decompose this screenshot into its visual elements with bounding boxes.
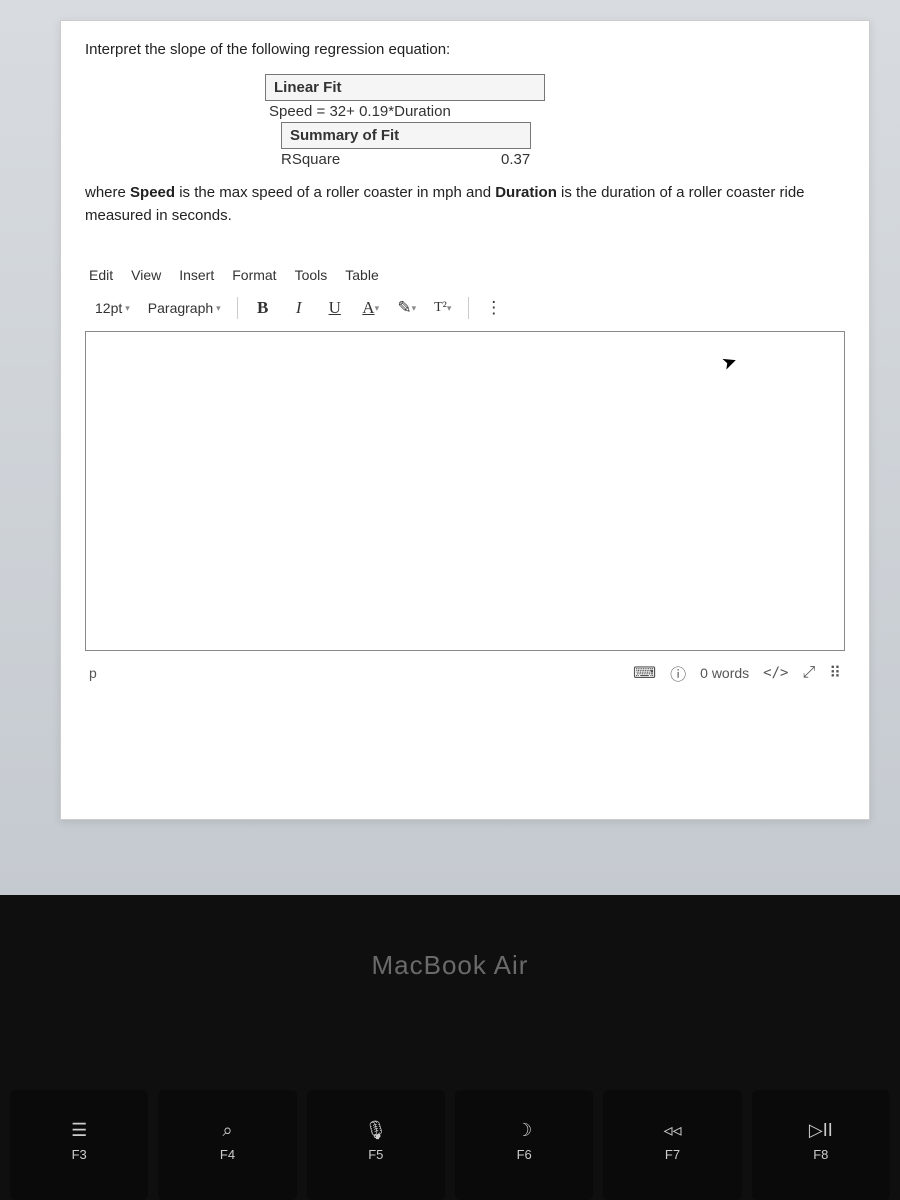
keyboard-function-row: ☰ F3 ⌕ F4 🎙 F5 ☽ F6 ◃◃ F7 ▷II F8 xyxy=(0,1090,900,1200)
question-prompt: Interpret the slope of the following reg… xyxy=(85,41,845,58)
chevron-down-icon: ▾ xyxy=(125,303,130,314)
editor-menubar: Edit View Insert Format Tools Table xyxy=(85,267,845,283)
font-size-select[interactable]: 12pt ▾ xyxy=(89,296,136,320)
equation-text: Speed = 32+ 0.19*Duration xyxy=(265,101,845,122)
text-color-button[interactable]: A ▾ xyxy=(356,293,386,323)
toolbar-divider xyxy=(468,297,469,319)
key-f6[interactable]: ☽ F6 xyxy=(455,1090,593,1200)
moon-icon: ☽ xyxy=(516,1120,532,1141)
play-pause-icon: ▷II xyxy=(809,1120,833,1141)
key-f5[interactable]: 🎙 F5 xyxy=(307,1090,445,1200)
editor-statusbar: p ⌨ ⓘ 0 words </> ⤢ ⠿ xyxy=(85,651,845,685)
word-count: 0 words xyxy=(700,665,749,681)
underline-button[interactable]: U xyxy=(320,293,350,323)
question-card: Interpret the slope of the following reg… xyxy=(60,20,870,820)
accessibility-icon[interactable]: ⓘ xyxy=(670,661,686,685)
menu-edit[interactable]: Edit xyxy=(89,267,113,283)
superscript-button[interactable]: T² ▾ xyxy=(428,293,458,323)
menu-table[interactable]: Table xyxy=(345,267,378,283)
italic-button[interactable]: I xyxy=(284,293,314,323)
variable-description: where Speed is the max speed of a roller… xyxy=(85,182,845,227)
answer-textarea[interactable] xyxy=(85,331,845,651)
paragraph-style-select[interactable]: Paragraph ▾ xyxy=(142,296,227,320)
menu-insert[interactable]: Insert xyxy=(179,267,214,283)
key-f8[interactable]: ▷II F8 xyxy=(752,1090,890,1200)
menu-view[interactable]: View xyxy=(131,267,161,283)
code-view-button[interactable]: </> xyxy=(763,665,788,681)
key-f7[interactable]: ◃◃ F7 xyxy=(603,1090,741,1200)
chevron-down-icon: ▾ xyxy=(447,303,452,314)
key-f3[interactable]: ☰ F3 xyxy=(10,1090,148,1200)
chevron-down-icon: ▾ xyxy=(412,303,417,314)
highlight-button[interactable]: ✎ ▾ xyxy=(392,293,422,323)
regression-output: Linear Fit Speed = 32+ 0.19*Duration Sum… xyxy=(265,74,845,170)
editor-toolbar: 12pt ▾ Paragraph ▾ B I U A ▾ ✎ ▾ T² ▾ xyxy=(85,293,845,323)
chevron-down-icon: ▾ xyxy=(375,303,380,314)
element-path: p xyxy=(89,665,97,681)
laptop-bezel: MacBook Air ☰ F3 ⌕ F4 🎙 F5 ☽ F6 ◃◃ F7 ▷I… xyxy=(0,895,900,1200)
rsquare-label: RSquare xyxy=(281,149,501,170)
more-options-button[interactable]: ⋮ xyxy=(479,293,509,323)
fullscreen-button[interactable]: ⤢ xyxy=(802,664,815,682)
drag-handle-icon[interactable]: ⠿ xyxy=(829,663,841,683)
menu-format[interactable]: Format xyxy=(232,267,276,283)
bold-button[interactable]: B xyxy=(248,293,278,323)
laptop-brand-label: MacBook Air xyxy=(0,895,900,981)
rsquare-value: 0.37 xyxy=(501,149,530,170)
key-f4[interactable]: ⌕ F4 xyxy=(158,1090,296,1200)
summary-header: Summary of Fit xyxy=(281,122,531,149)
expose-icon: ☰ xyxy=(71,1120,87,1141)
toolbar-divider xyxy=(237,297,238,319)
chevron-down-icon: ▾ xyxy=(216,303,221,314)
search-icon: ⌕ xyxy=(222,1120,232,1141)
menu-tools[interactable]: Tools xyxy=(295,267,328,283)
rewind-icon: ◃◃ xyxy=(663,1120,681,1141)
keyboard-icon[interactable]: ⌨ xyxy=(633,663,656,683)
mic-icon: 🎙 xyxy=(364,1120,387,1141)
linear-fit-header: Linear Fit xyxy=(265,74,545,101)
